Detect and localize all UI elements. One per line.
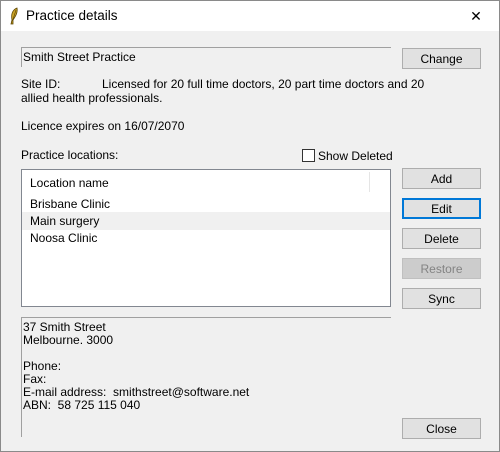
practice-name-field: Smith Street Practice — [21, 47, 391, 67]
delete-button[interactable]: Delete — [402, 228, 481, 249]
list-header[interactable]: Location name — [22, 170, 390, 194]
edit-button[interactable]: Edit — [402, 198, 481, 219]
site-id-label: Site ID: — [21, 77, 61, 91]
column-separator[interactable] — [369, 172, 370, 192]
licence-expiry-text: Licence expires on 16/07/2070 — [21, 119, 185, 133]
column-header-location-name[interactable]: Location name — [30, 176, 109, 190]
licence-text-line1: Licensed for 20 full time doctors, 20 pa… — [102, 77, 425, 91]
locations-list[interactable]: Location name Brisbane Clinic Main surge… — [21, 169, 391, 307]
practice-name: Smith Street Practice — [23, 50, 136, 64]
location-name: Brisbane Clinic — [30, 197, 111, 211]
show-deleted-label[interactable]: Show Deleted — [318, 149, 393, 163]
list-item[interactable]: Brisbane Clinic — [22, 195, 390, 213]
practice-locations-label: Practice locations: — [21, 148, 119, 162]
restore-button: Restore — [402, 258, 481, 279]
title-bar[interactable]: Practice details ✕ — [1, 1, 499, 31]
practice-details-dialog: Practice details ✕ Smith Street Practice… — [0, 0, 500, 452]
add-button[interactable]: Add — [402, 168, 481, 189]
window-title: Practice details — [26, 8, 118, 23]
email-line: E-mail address: smithstreet@software.net — [23, 385, 250, 399]
close-button[interactable]: Close — [402, 418, 481, 439]
abn-line: ABN: 58 725 115 040 — [23, 398, 141, 412]
address-city: Melbourne. 3000 — [23, 333, 114, 347]
location-name: Main surgery — [30, 214, 100, 228]
list-item[interactable]: Main surgery — [22, 212, 390, 230]
change-button[interactable]: Change — [402, 48, 481, 69]
location-name: Noosa Clinic — [30, 231, 98, 245]
close-icon: ✕ — [470, 7, 482, 24]
fax-label: Fax: — [23, 372, 47, 386]
address-street: 37 Smith Street — [23, 320, 106, 334]
phone-label: Phone: — [23, 359, 62, 373]
app-feather-icon — [10, 7, 18, 25]
address-panel: 37 Smith Street Melbourne. 3000 Phone: F… — [21, 317, 391, 437]
show-deleted-checkbox[interactable] — [302, 149, 315, 162]
close-window-button[interactable]: ✕ — [453, 1, 499, 31]
sync-button[interactable]: Sync — [402, 288, 481, 309]
list-item[interactable]: Noosa Clinic — [22, 229, 390, 247]
licence-text-line2: allied health professionals. — [21, 91, 163, 105]
